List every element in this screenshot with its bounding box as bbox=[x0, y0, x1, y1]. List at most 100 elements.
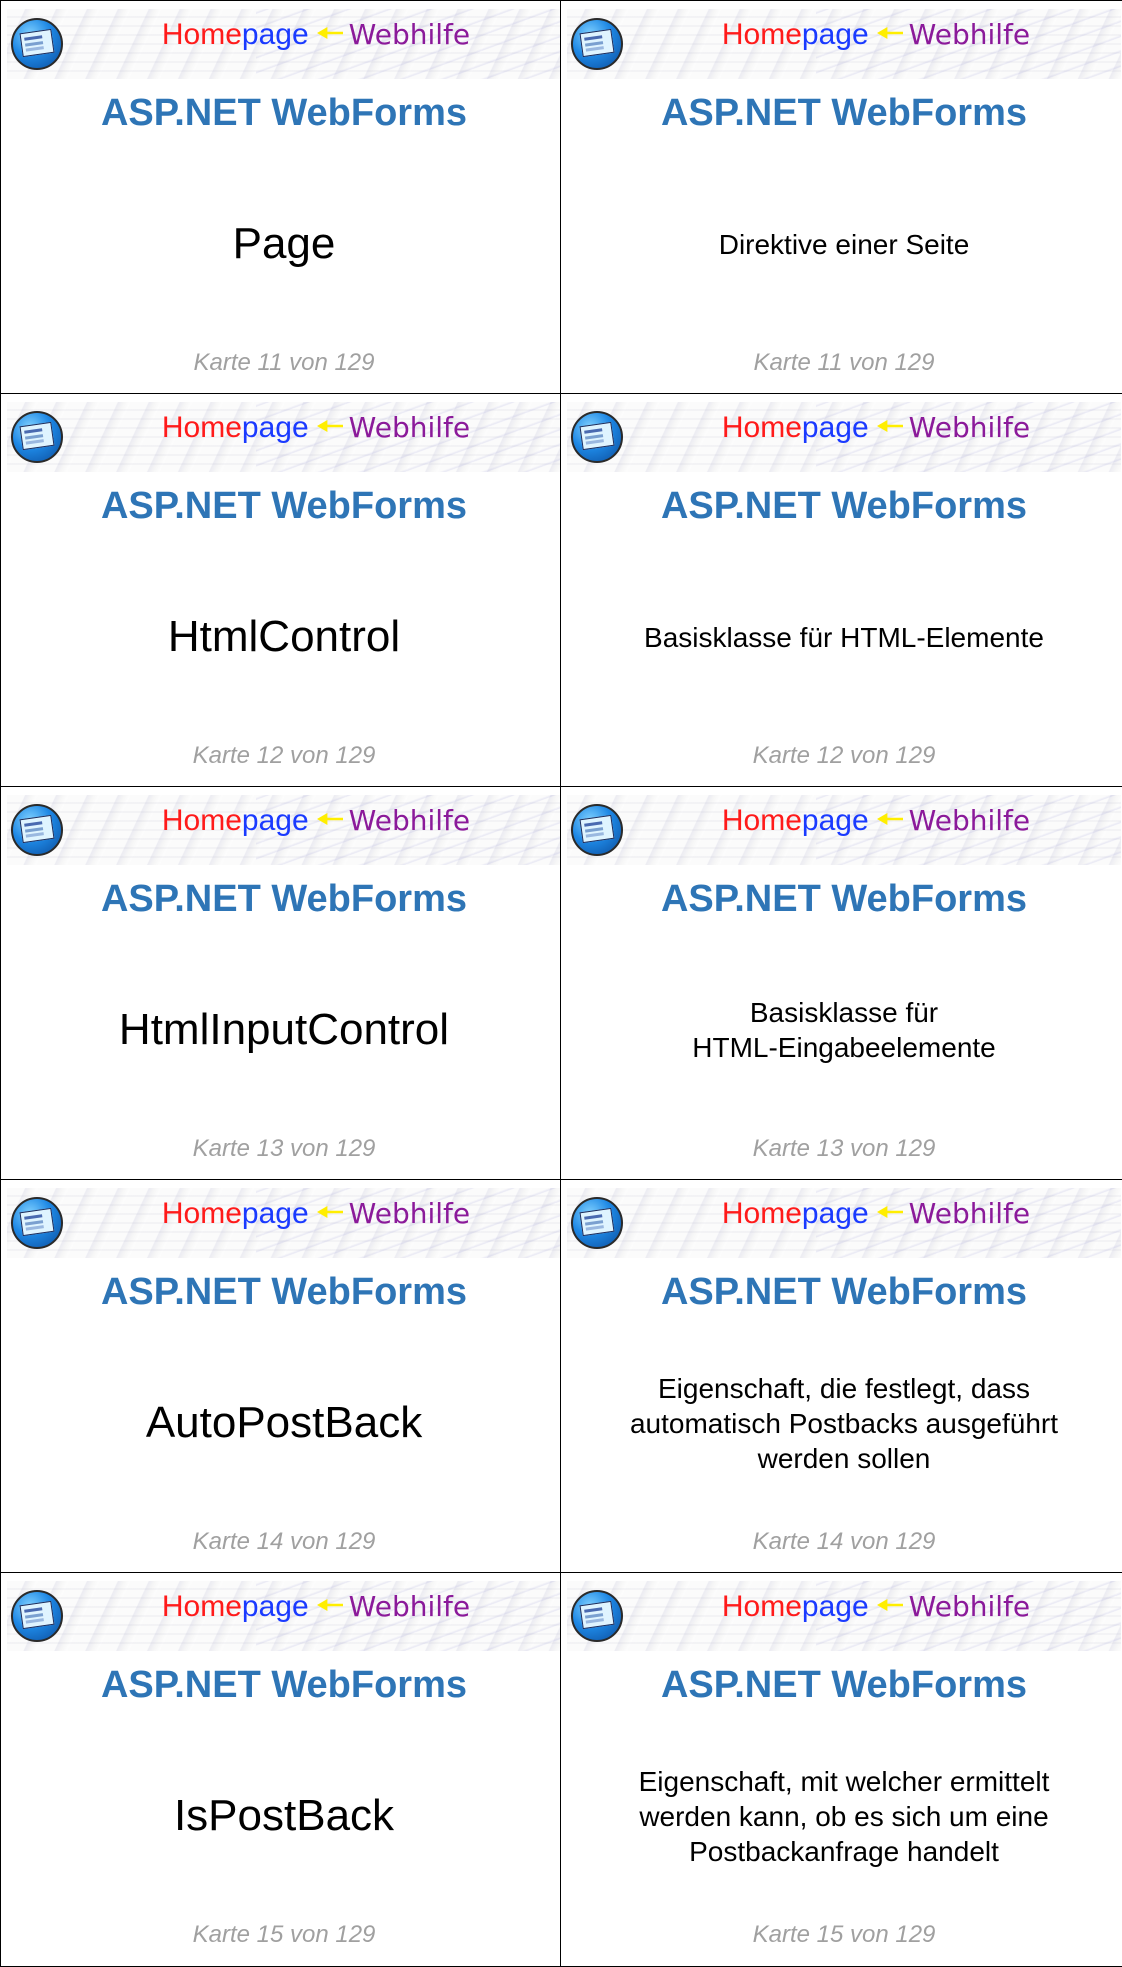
brand-part-page: page bbox=[241, 1590, 309, 1623]
brand-part-webhilfe: Webhilfe bbox=[348, 804, 471, 837]
brand-part-page: page bbox=[801, 18, 869, 51]
deck-title: ASP.NET WebForms bbox=[660, 878, 1027, 920]
deck-title: ASP.NET WebForms bbox=[100, 92, 467, 134]
arrow-icon bbox=[317, 1206, 343, 1218]
brand-wordmark: Homepage Webhilfe bbox=[73, 1199, 559, 1229]
brand-part-webhilfe: Webhilfe bbox=[348, 18, 471, 51]
brand-part-webhilfe: Webhilfe bbox=[908, 411, 1031, 444]
brand-wordmark: Homepage Webhilfe bbox=[73, 806, 559, 836]
brand-part-home: Home bbox=[721, 1590, 802, 1623]
flashcard-sheet: Homepage Webhilfe ASP.NET WebForms Page K… bbox=[0, 0, 1122, 1967]
deck-title: ASP.NET WebForms bbox=[660, 92, 1027, 134]
card-number: Karte 15 von 129 bbox=[752, 1921, 936, 1948]
arrow-icon bbox=[877, 27, 903, 39]
flashcard-back: Homepage Webhilfe ASP.NET WebForms Eigens… bbox=[560, 1179, 1122, 1574]
card-number: Karte 14 von 129 bbox=[192, 1528, 376, 1555]
flashcard-back: Homepage Webhilfe ASP.NET WebForms Basisk… bbox=[560, 786, 1122, 1181]
brand-part-home: Home bbox=[721, 411, 802, 444]
card-definition: Basisklasse für HTML-Eingabeelemente bbox=[692, 997, 996, 1063]
arrow-icon bbox=[317, 420, 343, 432]
brand-part-page: page bbox=[241, 411, 309, 444]
flashcard-back: Homepage Webhilfe ASP.NET WebForms Eigens… bbox=[560, 1572, 1122, 1967]
brand-part-home: Home bbox=[721, 1197, 802, 1230]
flashcard-front: Homepage Webhilfe ASP.NET WebForms HtmlIn… bbox=[0, 786, 568, 1181]
brand-part-home: Home bbox=[161, 1197, 242, 1230]
card-number: Karte 14 von 129 bbox=[752, 1528, 936, 1555]
arrow-icon bbox=[877, 420, 903, 432]
brand-part-home: Home bbox=[161, 18, 242, 51]
card-term: AutoPostBack bbox=[145, 1398, 423, 1447]
brand-part-page: page bbox=[801, 411, 869, 444]
brand-part-home: Home bbox=[721, 18, 802, 51]
brand-part-webhilfe: Webhilfe bbox=[908, 18, 1031, 51]
card-number: Karte 11 von 129 bbox=[193, 349, 375, 376]
deck-title: ASP.NET WebForms bbox=[100, 1664, 467, 1706]
homepage-logo-icon bbox=[571, 804, 623, 856]
brand-wordmark: Homepage Webhilfe bbox=[633, 1592, 1119, 1622]
flashcard-front: Homepage Webhilfe ASP.NET WebForms HtmlCo… bbox=[0, 393, 568, 788]
brand-part-page: page bbox=[801, 1590, 869, 1623]
arrow-icon bbox=[877, 813, 903, 825]
homepage-logo-icon bbox=[571, 411, 623, 463]
homepage-logo-icon bbox=[11, 1197, 63, 1249]
homepage-logo-icon bbox=[11, 804, 63, 856]
brand-part-page: page bbox=[241, 804, 309, 837]
card-definition: Eigenschaft, mit welcher ermittelt werde… bbox=[638, 1765, 1050, 1867]
card-number: Karte 11 von 129 bbox=[753, 349, 935, 376]
homepage-logo-icon bbox=[11, 1590, 63, 1642]
brand-wordmark: Homepage Webhilfe bbox=[633, 20, 1119, 50]
arrow-icon bbox=[317, 1599, 343, 1611]
arrow-icon bbox=[877, 1206, 903, 1218]
brand-part-home: Home bbox=[721, 804, 802, 837]
card-term: IsPostBack bbox=[173, 1791, 395, 1840]
brand-part-home: Home bbox=[161, 411, 242, 444]
arrow-icon bbox=[317, 813, 343, 825]
deck-title: ASP.NET WebForms bbox=[100, 1271, 467, 1313]
brand-part-page: page bbox=[801, 1197, 869, 1230]
card-term: Page bbox=[232, 219, 336, 268]
brand-wordmark: Homepage Webhilfe bbox=[73, 1592, 559, 1622]
card-number: Karte 12 von 129 bbox=[752, 742, 936, 769]
deck-title: ASP.NET WebForms bbox=[100, 878, 467, 920]
brand-part-page: page bbox=[241, 18, 309, 51]
flashcard-back: Homepage Webhilfe ASP.NET WebForms Basisk… bbox=[560, 393, 1122, 788]
homepage-logo-icon bbox=[11, 411, 63, 463]
brand-part-home: Home bbox=[161, 1590, 242, 1623]
flashcard-front: Homepage Webhilfe ASP.NET WebForms Page K… bbox=[0, 0, 568, 395]
card-term: HtmlInputControl bbox=[118, 1005, 450, 1054]
brand-part-webhilfe: Webhilfe bbox=[348, 1590, 471, 1623]
brand-part-webhilfe: Webhilfe bbox=[348, 411, 471, 444]
card-number: Karte 13 von 129 bbox=[192, 1135, 376, 1162]
card-definition: Basisklasse für HTML-Elemente bbox=[644, 621, 1044, 653]
brand-wordmark: Homepage Webhilfe bbox=[73, 20, 559, 50]
deck-title: ASP.NET WebForms bbox=[660, 485, 1027, 527]
card-definition: Eigenschaft, die festlegt, dass automati… bbox=[629, 1372, 1058, 1474]
homepage-logo-icon bbox=[11, 18, 63, 70]
deck-title: ASP.NET WebForms bbox=[100, 485, 467, 527]
card-number: Karte 13 von 129 bbox=[752, 1135, 936, 1162]
flashcard-front: Homepage Webhilfe ASP.NET WebForms IsPost… bbox=[0, 1572, 568, 1967]
homepage-logo-icon bbox=[571, 1197, 623, 1249]
brand-part-webhilfe: Webhilfe bbox=[348, 1197, 471, 1230]
brand-part-webhilfe: Webhilfe bbox=[908, 1197, 1031, 1230]
brand-part-webhilfe: Webhilfe bbox=[908, 804, 1031, 837]
flashcard-front: Homepage Webhilfe ASP.NET WebForms AutoPo… bbox=[0, 1179, 568, 1574]
brand-wordmark: Homepage Webhilfe bbox=[73, 413, 559, 443]
brand-wordmark: Homepage Webhilfe bbox=[633, 806, 1119, 836]
deck-title: ASP.NET WebForms bbox=[660, 1271, 1027, 1313]
card-term: HtmlControl bbox=[167, 612, 401, 661]
brand-part-page: page bbox=[241, 1197, 309, 1230]
homepage-logo-icon bbox=[571, 1590, 623, 1642]
card-number: Karte 15 von 129 bbox=[192, 1921, 376, 1948]
arrow-icon bbox=[877, 1599, 903, 1611]
card-definition: Direktive einer Seite bbox=[718, 228, 970, 260]
deck-title: ASP.NET WebForms bbox=[660, 1664, 1027, 1706]
brand-wordmark: Homepage Webhilfe bbox=[633, 413, 1119, 443]
homepage-logo-icon bbox=[571, 18, 623, 70]
arrow-icon bbox=[317, 27, 343, 39]
flashcard-back: Homepage Webhilfe ASP.NET WebForms Direkt… bbox=[560, 0, 1122, 395]
card-number: Karte 12 von 129 bbox=[192, 742, 376, 769]
brand-part-webhilfe: Webhilfe bbox=[908, 1590, 1031, 1623]
brand-part-home: Home bbox=[161, 804, 242, 837]
brand-wordmark: Homepage Webhilfe bbox=[633, 1199, 1119, 1229]
